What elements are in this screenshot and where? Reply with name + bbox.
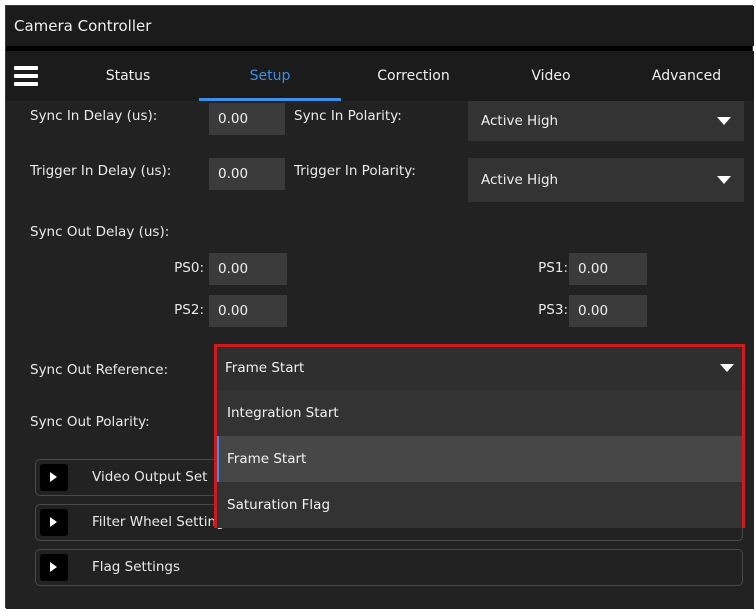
hamburger-menu-icon[interactable] — [14, 66, 38, 86]
sync-in-polarity-value: Active High — [481, 113, 559, 129]
tab-video[interactable]: Video — [491, 51, 611, 101]
chevron-right-icon — [50, 472, 57, 482]
tab-setup[interactable]: Setup — [199, 51, 341, 101]
ps2-label: PS2: — [174, 302, 204, 318]
section-label: Filter Wheel Settings — [92, 514, 232, 530]
sync-out-reference-value: Frame Start — [225, 360, 305, 376]
dropdown-option-integration-start[interactable]: Integration Start — [217, 390, 742, 436]
flag-settings-section[interactable]: Flag Settings — [35, 549, 743, 586]
ps1-label: PS1: — [538, 260, 568, 276]
trigger-in-delay-input[interactable]: 0.00 — [209, 158, 285, 190]
dropdown-option-frame-start[interactable]: Frame Start — [217, 436, 742, 482]
chevron-down-icon — [720, 364, 734, 372]
sync-out-reference-dropdown: Frame Start Integration Start Frame Star… — [214, 344, 745, 528]
chevron-down-icon — [717, 176, 731, 184]
trigger-in-polarity-value: Active High — [481, 172, 559, 188]
sync-in-polarity-label: Sync In Polarity: — [294, 108, 402, 124]
trigger-in-delay-label: Trigger In Delay (us): — [30, 163, 172, 179]
trigger-in-polarity-select[interactable]: Active High — [468, 158, 744, 202]
expand-button[interactable] — [40, 554, 68, 581]
chevron-right-icon — [50, 562, 57, 572]
sync-out-polarity-label: Sync Out Polarity: — [30, 414, 150, 430]
sync-out-delay-label: Sync Out Delay (us): — [30, 224, 170, 240]
section-label: Video Output Set — [92, 469, 208, 485]
expand-button[interactable] — [40, 464, 68, 491]
ps0-input[interactable]: 0.00 — [209, 253, 287, 285]
expand-button[interactable] — [40, 509, 68, 536]
ps3-label: PS3: — [538, 302, 568, 318]
chevron-right-icon — [50, 517, 57, 527]
sync-in-polarity-select[interactable]: Active High — [468, 101, 744, 141]
sync-out-reference-select[interactable]: Frame Start — [217, 347, 742, 390]
ps1-input[interactable]: 0.00 — [569, 253, 647, 285]
dropdown-option-saturation-flag[interactable]: Saturation Flag — [217, 482, 742, 528]
tab-correction[interactable]: Correction — [351, 51, 476, 101]
sync-in-delay-input[interactable]: 0.00 — [209, 103, 285, 135]
ps0-label: PS0: — [174, 260, 204, 276]
tab-status[interactable]: Status — [68, 51, 188, 101]
section-label: Flag Settings — [92, 559, 181, 575]
tab-bar: Status Setup Correction Video Advanced — [6, 51, 754, 101]
chevron-down-icon — [717, 117, 731, 125]
camera-controller-window: Camera Controller Status Setup Correctio… — [5, 5, 754, 609]
sync-in-delay-label: Sync In Delay (us): — [30, 108, 158, 124]
ps3-input[interactable]: 0.00 — [569, 295, 647, 327]
tab-advanced[interactable]: Advanced — [624, 51, 749, 101]
trigger-in-polarity-label: Trigger In Polarity: — [294, 163, 416, 179]
ps2-input[interactable]: 0.00 — [209, 295, 287, 327]
sync-out-reference-label: Sync Out Reference: — [30, 362, 169, 378]
window-title: Camera Controller — [6, 6, 754, 46]
